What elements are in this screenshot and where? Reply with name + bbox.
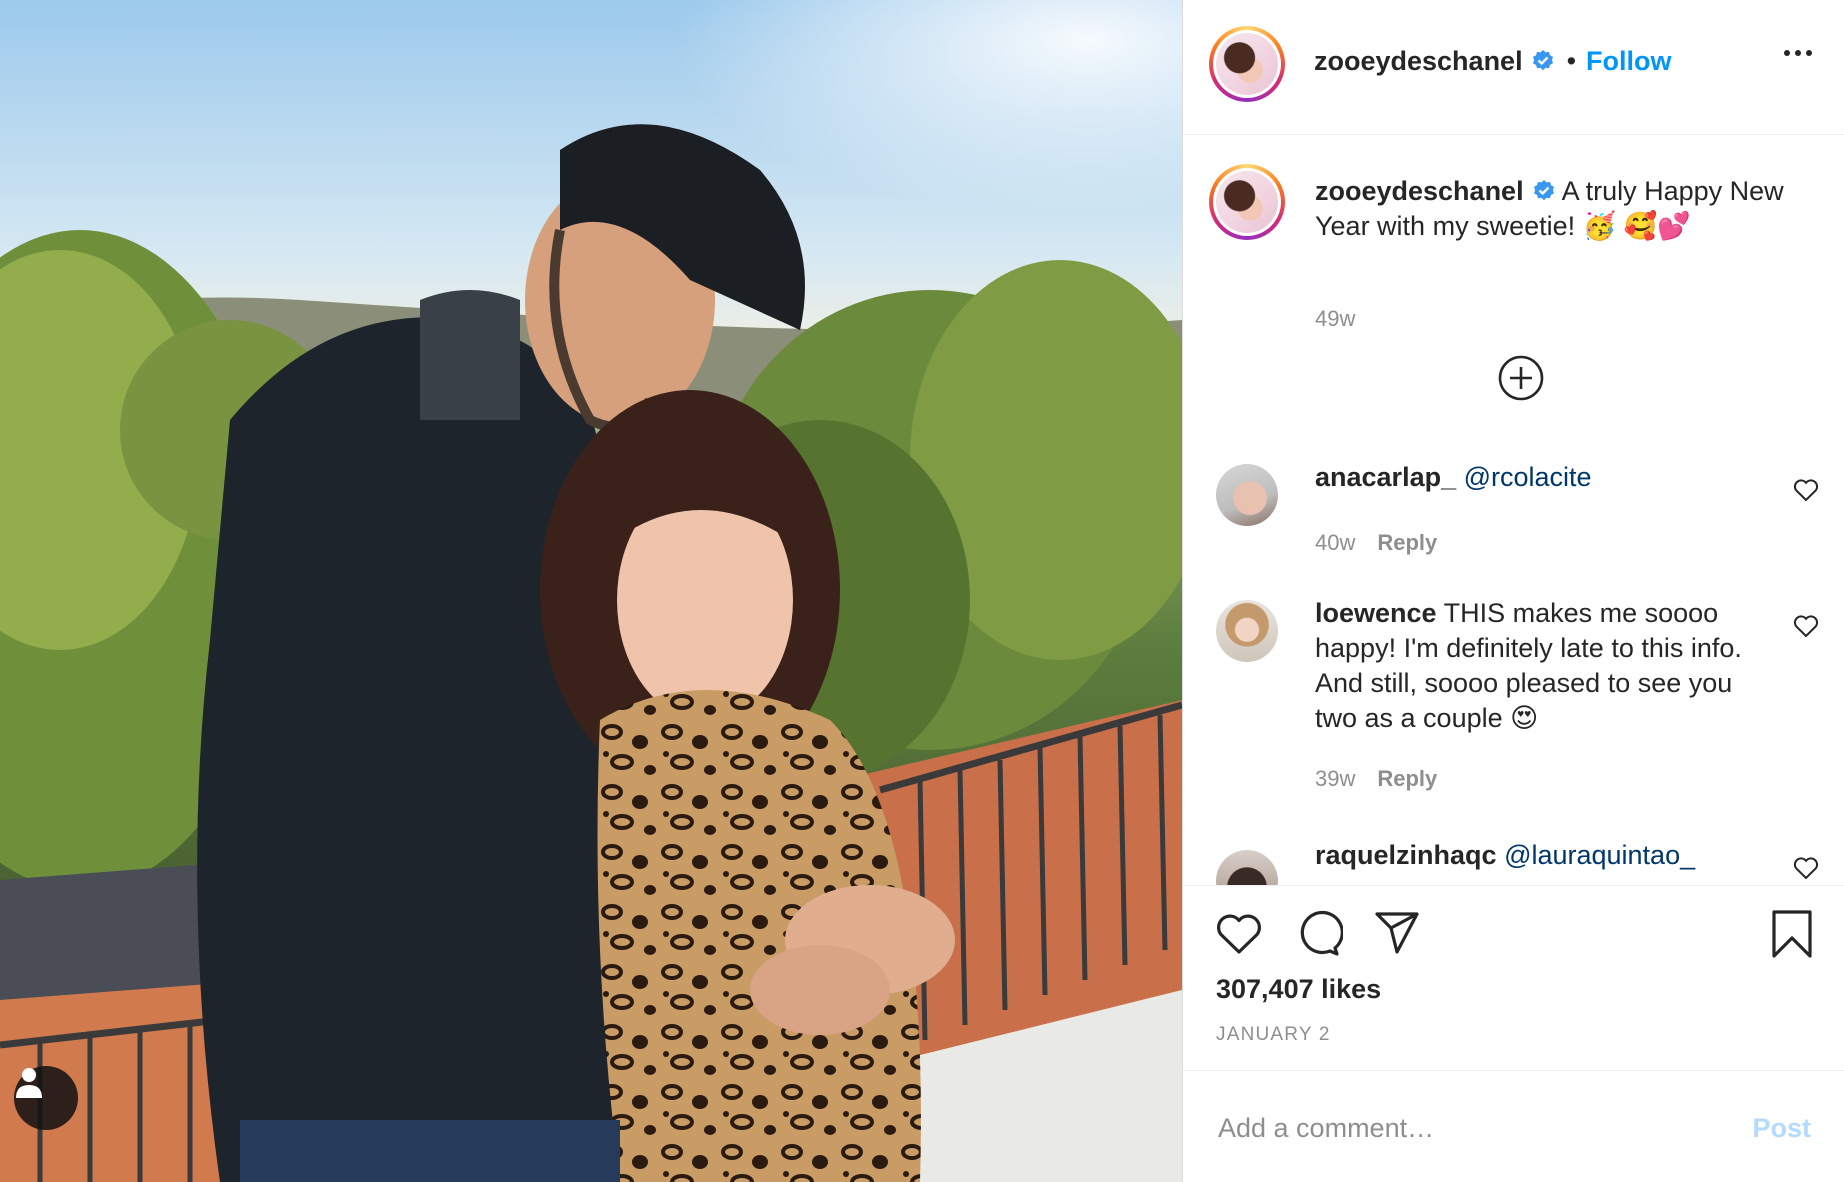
comment-age[interactable]: 40w (1315, 530, 1355, 555)
comment-like-heart-icon[interactable] (1793, 478, 1819, 502)
comments-list[interactable]: zooeydeschanel A truly Happy New Year wi… (1183, 136, 1844, 885)
comment-input[interactable] (1216, 1107, 1700, 1149)
post-comment-button[interactable]: Post (1752, 1113, 1811, 1144)
comment-mention[interactable]: @lauraquintao_ (1504, 840, 1695, 870)
commenter-avatar[interactable] (1216, 850, 1278, 885)
load-more-plus-icon[interactable] (1497, 354, 1545, 402)
tagged-user-icon (16, 1068, 42, 1098)
post-photo-illustration (0, 0, 1182, 1182)
author-avatar[interactable] (1216, 33, 1278, 95)
comment-icon[interactable] (1295, 910, 1343, 958)
author-line: zooeydeschanel • Follow (1314, 46, 1672, 77)
post-side-panel: zooeydeschanel • Follow zooeydeschanel A … (1182, 0, 1844, 1182)
post-date[interactable]: JANUARY 2 (1216, 1024, 1331, 1046)
comment-text-block: raquelzinhaqc @lauraquintao_ (1315, 838, 1795, 873)
commenter-avatar[interactable] (1216, 600, 1278, 662)
caption-avatar-ring[interactable] (1209, 164, 1285, 240)
author-username[interactable]: zooeydeschanel (1314, 46, 1523, 76)
commenter-username[interactable]: loewence (1315, 598, 1437, 628)
verified-badge-icon (1532, 50, 1553, 71)
more-options-icon[interactable] (1784, 50, 1812, 56)
tagged-user-button[interactable] (14, 1066, 78, 1130)
reply-button[interactable]: Reply (1377, 530, 1437, 555)
commenter-avatar[interactable] (1216, 464, 1278, 526)
share-icon[interactable] (1373, 910, 1421, 956)
caption-username[interactable]: zooeydeschanel (1315, 176, 1524, 206)
comment-meta: 39w Reply (1315, 766, 1437, 792)
follow-button[interactable]: Follow (1586, 46, 1671, 76)
author-avatar-ring[interactable] (1209, 26, 1285, 102)
comment-like-heart-icon[interactable] (1793, 614, 1819, 638)
caption-meta: 49w (1315, 306, 1355, 332)
caption-avatar[interactable] (1216, 171, 1278, 233)
post-header: zooeydeschanel • Follow (1183, 0, 1844, 135)
post-actions: 307,407 likes JANUARY 2 (1183, 885, 1844, 1070)
caption-text-block: zooeydeschanel A truly Happy New Year wi… (1315, 174, 1815, 244)
comment-mention[interactable]: @rcolacite (1464, 462, 1592, 492)
commenter-username[interactable]: anacarlap_ (1315, 462, 1456, 492)
commenter-username[interactable]: raquelzinhaqc (1315, 840, 1497, 870)
comment-text-block: anacarlap_ @rcolacite (1315, 460, 1745, 495)
header-separator: • (1566, 46, 1577, 76)
caption-age[interactable]: 49w (1315, 306, 1355, 331)
comment-like-heart-icon[interactable] (1793, 856, 1819, 880)
reply-button[interactable]: Reply (1377, 766, 1437, 791)
comment-meta: 40w Reply (1315, 530, 1437, 556)
save-bookmark-icon[interactable] (1770, 908, 1814, 960)
likes-count[interactable]: 307,407 likes (1216, 974, 1381, 1005)
heart-icon[interactable] (1215, 912, 1263, 956)
verified-badge-icon (1533, 180, 1554, 201)
post-photo[interactable] (0, 0, 1182, 1182)
comment-text-block: loewence THIS makes me soooo happy! I'm … (1315, 596, 1755, 736)
add-comment-bar: Post (1183, 1070, 1844, 1182)
comment-age[interactable]: 39w (1315, 766, 1355, 791)
